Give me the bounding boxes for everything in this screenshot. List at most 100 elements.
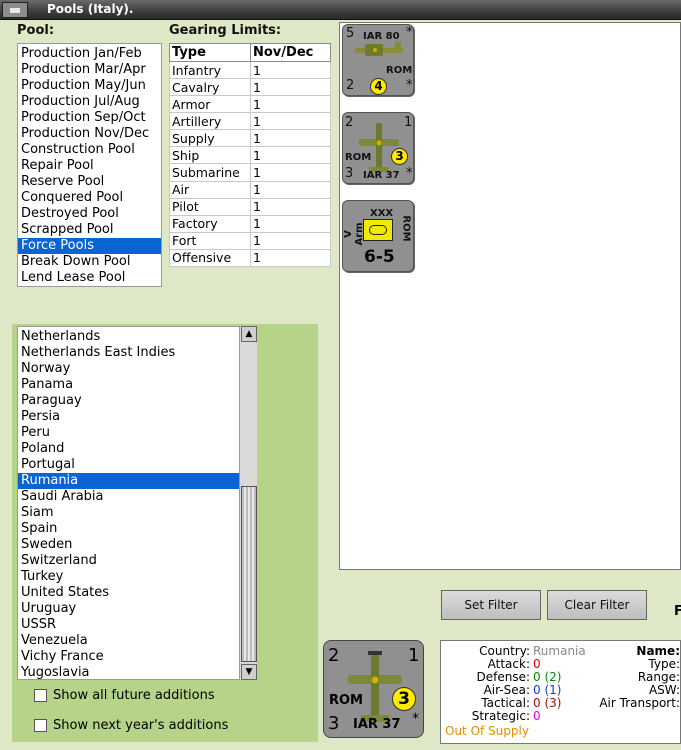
country-list-item[interactable]: Portugal xyxy=(18,457,256,473)
gearing-type-cell: Supply xyxy=(169,129,251,148)
gearing-row: Pilot 1 xyxy=(169,197,331,216)
country-list-item[interactable]: Panama xyxy=(18,377,256,393)
gearing-row: Supply 1 xyxy=(169,129,331,148)
pool-list-item[interactable]: Break Down Pool xyxy=(18,254,161,270)
unit-info-panel: Country: Rumania Attack: 0 Defense: 0 (2… xyxy=(440,640,681,744)
pool-list-item[interactable]: Production May/Jun xyxy=(18,78,161,94)
gearing-row: Armor 1 xyxy=(169,95,331,114)
show-future-checkbox[interactable] xyxy=(34,689,47,702)
country-listbox[interactable]: Netherlands Netherlands East Indies Norway… xyxy=(17,326,257,680)
gearing-type-cell: Offensive xyxy=(169,248,251,268)
clear-filter-button[interactable]: Clear Filter xyxy=(547,590,647,620)
show-future-additions-option[interactable]: Show all future additions xyxy=(34,688,215,703)
counter-armor[interactable]: XXX V Arm ROM 6-5 xyxy=(342,200,414,272)
pool-listbox[interactable]: Production Jan/Feb Production Mar/Apr Prod… xyxy=(17,43,162,287)
gearing-limit-cell: 1 xyxy=(250,95,331,114)
pool-label: Pool: xyxy=(17,23,55,38)
country-list-item[interactable]: Turkey xyxy=(18,569,256,585)
counter-iar37[interactable]: 2 1 ROM 3 3 IAR 37 * xyxy=(342,112,414,184)
filter-partial-label: F xyxy=(674,604,681,619)
country-list-item[interactable]: Saudi Arabia xyxy=(18,489,256,505)
gearing-header-type: Type xyxy=(169,43,251,62)
scroll-thumb[interactable] xyxy=(241,486,257,662)
gearing-limit-cell: 1 xyxy=(250,78,331,97)
gearing-row: Fort 1 xyxy=(169,231,331,250)
country-list-item[interactable]: Uruguay xyxy=(18,601,256,617)
big-counter-tl: 2 xyxy=(328,645,340,666)
show-next-year-label: Show next year's additions xyxy=(53,718,229,733)
counter-iar80-star2: * xyxy=(406,78,413,93)
gearing-limit-cell: 1 xyxy=(250,129,331,148)
country-list-item[interactable]: Peru xyxy=(18,425,256,441)
country-list-item[interactable]: Vichy France xyxy=(18,649,256,665)
gearing-limit-cell: 1 xyxy=(250,60,331,80)
country-scrollbar[interactable]: ▲ ▼ xyxy=(239,326,257,680)
country-list-item[interactable]: Netherlands East Indies xyxy=(18,345,256,361)
counter-iar80[interactable]: 5 IAR 80 * ROM 2 4 * xyxy=(342,24,414,96)
country-list-item[interactable]: Siam xyxy=(18,505,256,521)
gearing-row: Infantry 1 xyxy=(169,60,331,80)
country-list-item[interactable]: United States xyxy=(18,585,256,601)
show-next-year-checkbox[interactable] xyxy=(34,719,47,732)
pool-list-item[interactable]: Lend Lease Pool xyxy=(18,270,161,286)
show-next-year-option[interactable]: Show next year's additions xyxy=(34,718,228,733)
pool-list-item[interactable]: Production Jul/Aug xyxy=(18,94,161,110)
counter-iar37-tr: 1 xyxy=(404,115,413,130)
bomber-plane-icon xyxy=(359,123,399,172)
gearing-limit-cell: 1 xyxy=(250,214,331,233)
pool-list-item[interactable]: Production Mar/Apr xyxy=(18,62,161,78)
scroll-down-icon[interactable]: ▼ xyxy=(241,664,257,680)
country-list-item[interactable]: Persia xyxy=(18,409,256,425)
pool-list-item[interactable]: Production Sep/Oct xyxy=(18,110,161,126)
country-list-item[interactable]: Spain xyxy=(18,521,256,537)
pool-list-item[interactable]: Conquered Pool xyxy=(18,190,161,206)
pool-list-item[interactable]: Scrapped Pool xyxy=(18,222,161,238)
title-bar: Pools (Italy). xyxy=(0,0,681,20)
big-counter-tr: 1 xyxy=(408,645,420,666)
strategic-label: Strategic: xyxy=(471,709,530,723)
gearing-header-row: Type Nov/Dec xyxy=(169,43,331,62)
counter-iar37-nation: ROM xyxy=(345,152,372,163)
system-menu-icon[interactable] xyxy=(2,2,28,18)
pool-list-item[interactable]: Force Pools xyxy=(18,238,161,254)
country-list-item[interactable]: Netherlands xyxy=(18,329,256,345)
big-counter-star: * xyxy=(412,711,419,727)
country-list-item[interactable]: Paraguay xyxy=(18,393,256,409)
gearing-type-cell: Pilot xyxy=(169,197,251,216)
gearing-limits-label: Gearing Limits: xyxy=(169,23,282,38)
gearing-row: Ship 1 xyxy=(169,146,331,165)
country-list-item[interactable]: Norway xyxy=(18,361,256,377)
counter-iar80-nation: ROM xyxy=(386,65,413,76)
counter-iar37-tl: 2 xyxy=(345,115,354,130)
country-list-item[interactable]: Rumania xyxy=(18,473,256,489)
gearing-limit-cell: 1 xyxy=(250,146,331,165)
gearing-row: Air 1 xyxy=(169,180,331,199)
pool-list-item[interactable]: Reserve Pool xyxy=(18,174,161,190)
counter-iar80-circle: 4 xyxy=(370,78,387,95)
country-list-item[interactable]: Yugoslavia xyxy=(18,665,256,679)
pool-list-item[interactable]: Construction Pool xyxy=(18,142,161,158)
gearing-limits-table: Type Nov/Dec Infantry 1 Cavalry 1 Armor 1 Arti… xyxy=(169,43,331,268)
pool-list-item[interactable]: Production Jan/Feb xyxy=(18,46,161,62)
counter-iar37-bl: 3 xyxy=(345,166,354,181)
country-list-item[interactable]: Venezuela xyxy=(18,633,256,649)
country-list-item[interactable]: USSR xyxy=(18,617,256,633)
gearing-limit-cell: 1 xyxy=(250,231,331,250)
strategic-value: 0 xyxy=(533,709,541,723)
big-counter-nation: ROM xyxy=(329,693,363,708)
country-list-item[interactable]: Poland xyxy=(18,441,256,457)
pool-list-item[interactable]: Repair Pool xyxy=(18,158,161,174)
gearing-limit-cell: 1 xyxy=(250,180,331,199)
counter-iar37-circle: 3 xyxy=(391,148,408,165)
selected-unit-counter: 2 1 ROM 3 3 IAR 37 * xyxy=(323,640,424,738)
big-counter-name: IAR 37 xyxy=(353,717,401,732)
set-filter-button[interactable]: Set Filter xyxy=(441,590,541,620)
scroll-up-icon[interactable]: ▲ xyxy=(241,326,257,342)
air-transport-label: Air Transport: xyxy=(599,696,680,710)
pool-list-item[interactable]: Destroyed Pool xyxy=(18,206,161,222)
country-list-item[interactable]: Switzerland xyxy=(18,553,256,569)
gearing-type-cell: Air xyxy=(169,180,251,199)
counter-iar80-bl: 2 xyxy=(346,78,355,93)
pool-list-item[interactable]: Production Nov/Dec xyxy=(18,126,161,142)
country-list-item[interactable]: Sweden xyxy=(18,537,256,553)
